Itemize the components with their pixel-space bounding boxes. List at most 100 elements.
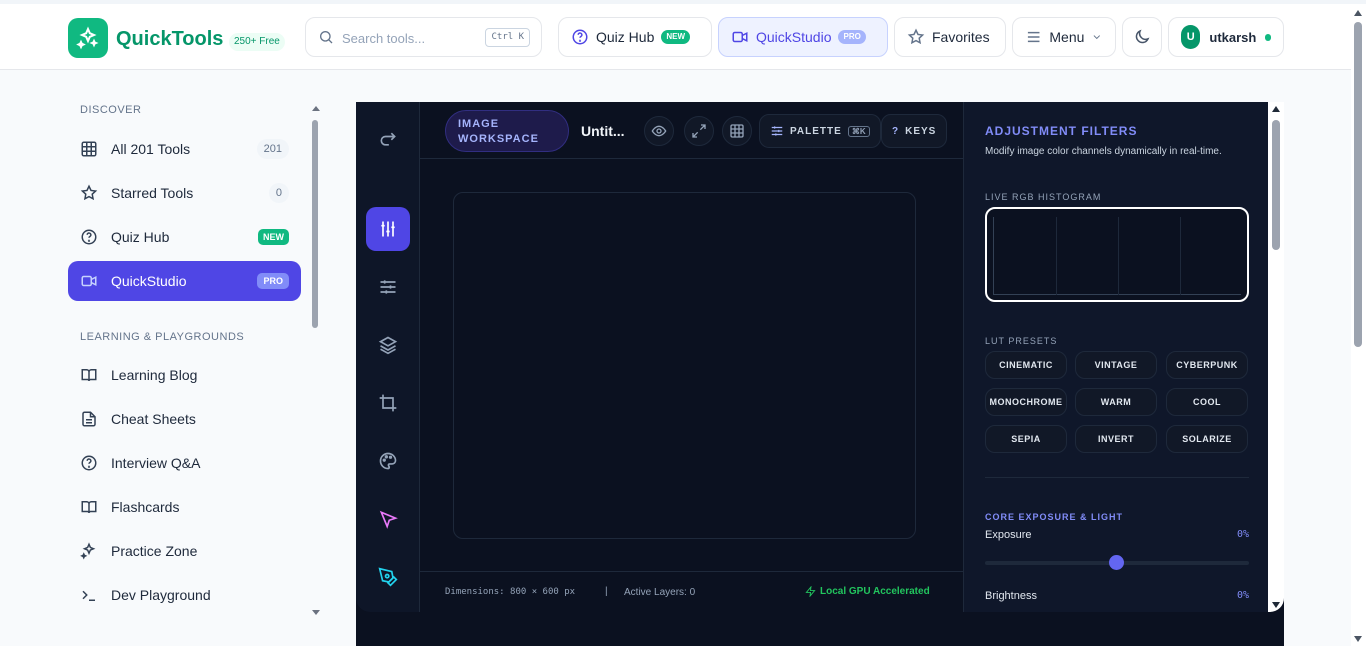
lut-cyberpunk-button[interactable]: CYBERPUNK — [1166, 351, 1248, 379]
sidebar: DISCOVER All 201 Tools 201 Starred Tools… — [60, 90, 310, 630]
cursor-icon — [379, 510, 398, 529]
exposure-slider[interactable] — [985, 555, 1249, 570]
tool-count-badge: 201 — [256, 139, 289, 159]
exit-tool[interactable] — [366, 117, 410, 161]
panel-scrollbar[interactable] — [1268, 102, 1284, 612]
document-title[interactable]: Untit... — [581, 123, 625, 139]
lut-invert-button[interactable]: INVERT — [1075, 425, 1157, 453]
crop-tool[interactable] — [366, 381, 410, 425]
sidebar-item-cheat-sheets[interactable]: Cheat Sheets — [68, 399, 301, 439]
tool-rail — [356, 102, 420, 612]
sidebar-item-label: Starred Tools — [111, 185, 194, 201]
sidebar-item-label: Interview Q&A — [111, 455, 201, 471]
eye-icon — [651, 125, 667, 137]
sidebar-item-quiz-hub[interactable]: Quiz Hub NEW — [68, 217, 301, 257]
user-menu-button[interactable]: U utkarsh — [1168, 17, 1284, 57]
palette-tool[interactable] — [366, 439, 410, 483]
lut-cinematic-button[interactable]: CINEMATIC — [985, 351, 1067, 379]
pen-tool[interactable] — [366, 555, 410, 599]
image-studio: IMAGE WORKSPACE Untit... PALETTE ⌘K ? KE… — [356, 102, 1284, 612]
book-open-icon — [81, 369, 97, 382]
sidebar-item-all-tools[interactable]: All 201 Tools 201 — [68, 129, 301, 169]
maximize-icon — [692, 124, 706, 138]
sidebar-scrollbar[interactable] — [312, 120, 318, 328]
favorites-label: Favorites — [932, 29, 990, 45]
video-icon — [81, 275, 97, 287]
theme-toggle-button[interactable] — [1122, 17, 1162, 57]
exposure-label: Exposure — [985, 529, 1032, 541]
free-badge: 250+ Free — [229, 33, 285, 51]
fullscreen-button[interactable] — [684, 116, 714, 146]
select-tool[interactable] — [366, 497, 410, 541]
quiz-hub-button[interactable]: Quiz Hub NEW — [558, 17, 712, 57]
lut-sepia-button[interactable]: SEPIA — [985, 425, 1067, 453]
video-icon — [732, 31, 748, 43]
image-canvas[interactable] — [453, 192, 916, 539]
discover-section-title: DISCOVER — [80, 104, 142, 116]
user-name: utkarsh — [1209, 29, 1257, 45]
sidebar-item-practice-zone[interactable]: Practice Zone — [68, 531, 301, 571]
filters-tool[interactable] — [366, 265, 410, 309]
sidebar-item-label: All 201 Tools — [111, 141, 191, 157]
lut-cool-button[interactable]: COOL — [1166, 388, 1248, 416]
sidebar-item-dev-playground[interactable]: Dev Playground — [68, 575, 301, 615]
favorites-button[interactable]: Favorites — [894, 17, 1006, 57]
active-layers-readout: Active Layers: 0 — [624, 587, 696, 598]
grid-icon — [81, 141, 97, 157]
adjust-tool[interactable] — [366, 207, 410, 251]
workspace-badge-line1: IMAGE — [458, 118, 500, 130]
page-scrollbar[interactable] — [1351, 4, 1366, 646]
exposure-row: Exposure 0% — [985, 529, 1249, 541]
sidebar-item-label: Practice Zone — [111, 543, 198, 559]
sidebar-scroll-down[interactable] — [312, 610, 320, 615]
histogram-label: LIVE RGB HISTOGRAM — [985, 192, 1102, 202]
dimensions-readout: Dimensions: 800 × 600 px — [445, 587, 576, 597]
exposure-section-title: CORE EXPOSURE & LIGHT — [985, 512, 1124, 522]
pro-badge: PRO — [838, 30, 866, 44]
redo-arrow-icon — [380, 132, 396, 146]
palette-button[interactable]: PALETTE ⌘K — [759, 114, 881, 148]
star-icon — [907, 28, 925, 45]
menu-label: Menu — [1049, 29, 1085, 45]
search-input[interactable]: Search tools... Ctrl K — [305, 17, 542, 57]
grid-icon — [730, 124, 744, 138]
sidebar-item-interview-qa[interactable]: Interview Q&A — [68, 443, 301, 483]
workspace-badge-line2: WORKSPACE — [458, 133, 539, 145]
keys-icon: ? — [892, 125, 900, 137]
sidebar-scroll-up[interactable] — [312, 106, 320, 111]
lut-solarize-button[interactable]: SOLARIZE — [1166, 425, 1248, 453]
sidebar-item-starred-tools[interactable]: Starred Tools 0 — [68, 173, 301, 213]
search-icon — [320, 31, 333, 44]
search-placeholder: Search tools... — [342, 31, 426, 46]
menu-icon — [1027, 31, 1040, 43]
logo-icon[interactable] — [68, 18, 108, 58]
sliders-icon — [771, 126, 783, 136]
menu-button[interactable]: Menu — [1012, 17, 1116, 57]
lut-monochrome-button[interactable]: MONOCHROME — [985, 388, 1067, 416]
layers-tool[interactable] — [366, 323, 410, 367]
exposure-slider-handle[interactable] — [1109, 555, 1124, 570]
quickstudio-button[interactable]: QuickStudio PRO — [718, 17, 888, 57]
sidebar-item-flashcards[interactable]: Flashcards — [68, 487, 301, 527]
keys-button[interactable]: ? KEYS — [881, 114, 948, 148]
logo-text[interactable]: QuickTools — [116, 28, 223, 51]
sliders-icon — [381, 221, 395, 237]
preview-button[interactable] — [644, 116, 674, 146]
adjustment-panel: ADJUSTMENT FILTERS Modify image color ch… — [963, 102, 1284, 612]
sidebar-item-learning-blog[interactable]: Learning Blog — [68, 355, 301, 395]
lut-vintage-button[interactable]: VINTAGE — [1075, 351, 1157, 379]
gpu-status: Local GPU Accelerated — [805, 586, 930, 597]
quiz-hub-label: Quiz Hub — [596, 29, 655, 45]
lut-warm-button[interactable]: WARM — [1075, 388, 1157, 416]
pro-badge: PRO — [257, 273, 289, 289]
grid-toggle-button[interactable] — [722, 116, 752, 146]
search-shortcut: Ctrl K — [485, 28, 530, 47]
sidebar-item-label: Dev Playground — [111, 587, 211, 603]
sidebar-item-label: Learning Blog — [111, 367, 198, 383]
sliders-horizontal-icon — [380, 280, 396, 294]
online-status-dot — [1265, 33, 1271, 41]
panel-title: ADJUSTMENT FILTERS — [985, 124, 1138, 138]
zap-icon — [805, 586, 816, 597]
sidebar-item-quickstudio[interactable]: QuickStudio PRO — [68, 261, 301, 301]
brightness-value: 0% — [1236, 590, 1249, 601]
